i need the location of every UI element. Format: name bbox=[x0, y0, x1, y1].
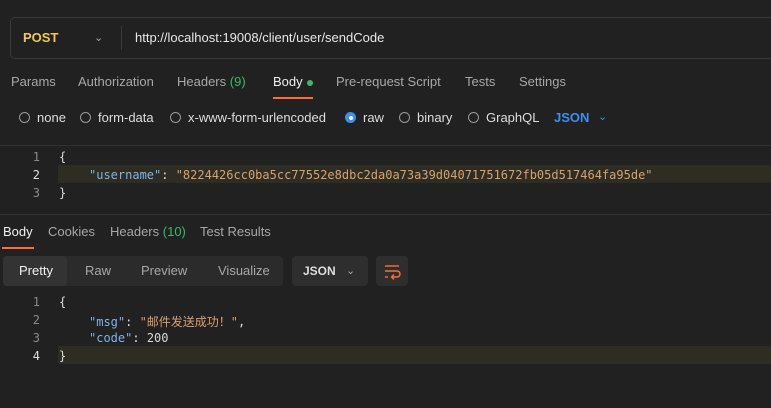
code-line: } bbox=[59, 186, 67, 200]
radio-circle-icon bbox=[170, 112, 181, 123]
json-key: "username" bbox=[89, 168, 162, 182]
code-line: "username": "8224426cc0ba5cc77552e8dbc2d… bbox=[89, 168, 653, 182]
code-line: "msg": "邮件发送成功！", bbox=[89, 315, 246, 329]
json-number-value: 200 bbox=[146, 331, 169, 345]
line-number: 3 bbox=[32, 331, 40, 345]
body-format-select[interactable]: JSON bbox=[554, 110, 589, 125]
radio-binary-label: binary bbox=[417, 110, 453, 125]
headers-count: (9) bbox=[229, 74, 246, 89]
tab-params[interactable]: Params bbox=[11, 74, 56, 89]
radio-form-data-label: form-data bbox=[98, 110, 154, 125]
tab-headers[interactable]: Headers (9) bbox=[177, 74, 246, 89]
radio-urlencoded-label: x-www-form-urlencoded bbox=[188, 110, 326, 125]
code-line: { bbox=[59, 150, 67, 164]
modified-dot-icon bbox=[306, 79, 313, 86]
response-tab-headers-label: Headers bbox=[110, 224, 160, 239]
tab-body-label: Body bbox=[273, 74, 303, 89]
view-preview-button[interactable]: Preview bbox=[141, 263, 187, 278]
wrap-lines-button[interactable] bbox=[376, 256, 408, 286]
radio-selected-icon bbox=[345, 112, 356, 123]
view-raw-button[interactable]: Raw bbox=[85, 263, 111, 278]
tab-body[interactable]: Body bbox=[273, 74, 313, 89]
radio-none-label: none bbox=[37, 110, 66, 125]
json-key: "code" bbox=[89, 331, 133, 345]
radio-graphql[interactable]: GraphQL bbox=[468, 110, 539, 125]
json-colon: : bbox=[161, 168, 176, 182]
active-response-tab-indicator bbox=[2, 247, 34, 249]
wrap-lines-icon bbox=[385, 265, 401, 280]
radio-form-data[interactable]: form-data bbox=[80, 110, 154, 125]
tab-headers-label: Headers bbox=[177, 74, 227, 89]
pane-divider[interactable] bbox=[0, 214, 771, 215]
tab-pre-request-script[interactable]: Pre-request Script bbox=[336, 74, 441, 89]
radio-circle-icon bbox=[19, 112, 30, 123]
line-number: 1 bbox=[32, 150, 40, 164]
tab-tests[interactable]: Tests bbox=[465, 74, 495, 89]
radio-circle-icon bbox=[399, 112, 410, 123]
radio-circle-icon bbox=[80, 112, 91, 123]
radio-raw-label: raw bbox=[363, 110, 384, 125]
radio-x-www-form-urlencoded[interactable]: x-www-form-urlencoded bbox=[170, 110, 326, 125]
line-number: 2 bbox=[32, 168, 40, 182]
line-number: 2 bbox=[32, 313, 40, 327]
radio-raw[interactable]: raw bbox=[345, 110, 384, 125]
line-number: 3 bbox=[32, 186, 40, 200]
code-line: { bbox=[59, 295, 67, 309]
response-tab-test-results[interactable]: Test Results bbox=[200, 224, 271, 239]
url-bar: POST ⌄ http://localhost:19008/client/use… bbox=[10, 17, 771, 59]
chevron-down-icon: ⌄ bbox=[346, 265, 356, 277]
line-number: 1 bbox=[32, 295, 40, 309]
line-number: 4 bbox=[32, 349, 40, 363]
radio-circle-icon bbox=[468, 112, 479, 123]
json-string-value: "8224426cc0ba5cc77552e8dbc2da0a73a39d040… bbox=[175, 168, 653, 182]
chevron-down-icon[interactable]: ⌄ bbox=[598, 110, 607, 123]
tab-settings[interactable]: Settings bbox=[519, 74, 566, 89]
radio-none[interactable]: none bbox=[19, 110, 66, 125]
view-pretty-button[interactable]: Pretty bbox=[19, 263, 53, 278]
json-string-value: "邮件发送成功！" bbox=[139, 315, 239, 329]
active-tab-indicator bbox=[273, 97, 313, 99]
response-format-label: JSON bbox=[303, 264, 336, 278]
radio-binary[interactable]: binary bbox=[399, 110, 452, 125]
view-visualize-button[interactable]: Visualize bbox=[218, 263, 270, 278]
response-tab-cookies[interactable]: Cookies bbox=[48, 224, 95, 239]
url-input[interactable]: http://localhost:19008/client/user/sendC… bbox=[135, 30, 384, 45]
response-headers-count: (10) bbox=[162, 224, 186, 239]
active-line-highlight bbox=[58, 346, 771, 364]
url-divider bbox=[121, 26, 122, 50]
code-line: } bbox=[59, 349, 67, 363]
radio-graphql-label: GraphQL bbox=[486, 110, 540, 125]
response-tab-body[interactable]: Body bbox=[3, 224, 33, 239]
tab-authorization[interactable]: Authorization bbox=[78, 74, 154, 89]
method-select[interactable]: POST bbox=[23, 30, 58, 45]
response-tab-headers[interactable]: Headers (10) bbox=[110, 224, 186, 239]
code-line: "code": 200 bbox=[89, 331, 169, 345]
json-key: "msg" bbox=[89, 315, 126, 329]
chevron-down-icon[interactable]: ⌄ bbox=[94, 31, 103, 44]
